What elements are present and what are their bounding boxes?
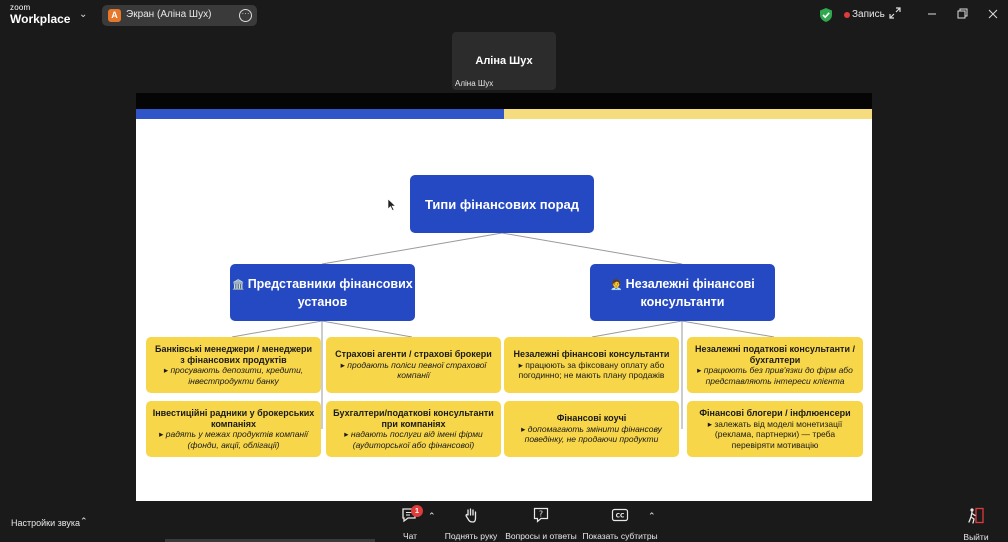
chevron-up-icon[interactable]: ⌃ xyxy=(80,516,88,527)
card-description: ▸ допомагають змінити фінансову поведінк… xyxy=(521,423,662,445)
screen-share-indicator[interactable]: A Экран (Аліна Шух) ··· xyxy=(102,5,257,26)
bottom-toolbar: Настройки звука ⌃ 1 Чат ⌃ Поднять руку ?… xyxy=(0,501,1008,542)
recording-label[interactable]: Запись xyxy=(852,9,885,20)
logo-bottom-text: Workplace xyxy=(10,12,71,26)
card-insurance-agents: Страхові агенти / страхові брокери ▸ про… xyxy=(326,337,501,393)
qa-label: Вопросы и ответы xyxy=(505,531,577,541)
svg-text:?: ? xyxy=(539,510,543,519)
leave-button[interactable]: Выйти xyxy=(958,507,994,542)
audio-settings-button[interactable]: Настройки звука xyxy=(11,518,80,528)
raise-hand-button[interactable]: Поднять руку xyxy=(440,507,502,541)
minimize-window-icon[interactable] xyxy=(922,5,942,23)
recording-dot-icon xyxy=(844,12,850,18)
shared-screen-slide: Типи фінансових порад 🏛️ Представники фін… xyxy=(136,93,872,501)
card-title: Банківські менеджери / менеджери з фінан… xyxy=(155,344,312,365)
chat-unread-badge: 1 xyxy=(411,505,423,517)
card-title: Фінансові блогери / інфлюенсери xyxy=(699,408,851,418)
show-captions-button[interactable]: CC Показать субтитры xyxy=(582,507,658,541)
card-title: Страхові агенти / страхові брокери xyxy=(335,349,492,360)
root-title: Типи фінансових порад xyxy=(424,196,580,212)
card-title: Бухгалтери/податкові консультанти при ко… xyxy=(333,408,494,429)
card-description: ▸ працюють без прив'язки до фірм або пре… xyxy=(697,365,853,386)
participant-name: Аліна Шух xyxy=(475,55,533,67)
diagram-node-independent: 🧑‍💼 Незалежні фінансові консультанти xyxy=(590,264,775,321)
top-bar: zoom Workplace ⌄ A Экран (Аліна Шух) ···… xyxy=(0,0,1008,30)
chat-button[interactable]: 1 Чат xyxy=(395,505,425,541)
card-description: ▸ продають поліси певної страхової компа… xyxy=(340,359,487,381)
card-description: ▸ працюють за фіксовану оплату або погод… xyxy=(518,359,665,381)
chevron-up-icon[interactable]: ⌃ xyxy=(428,511,436,522)
card-finance-bloggers: Фінансові блогери / інфлюенсери ▸ залежа… xyxy=(687,401,863,457)
card-title: Фінансові коучі xyxy=(556,413,627,424)
raise-hand-label: Поднять руку xyxy=(444,531,498,541)
card-description: ▸ залежать від моделі монетизації (рекла… xyxy=(707,418,843,450)
chat-label: Чат xyxy=(402,531,418,541)
chevron-down-icon[interactable]: ⌄ xyxy=(79,9,87,20)
raise-hand-icon xyxy=(465,508,477,523)
participant-video-tile[interactable]: Аліна Шух Аліна Шух xyxy=(452,32,556,90)
card-title: Інвестиційні радники у брокерських компа… xyxy=(152,408,315,429)
card-investment-advisors: Інвестиційні радники у брокерських компа… xyxy=(146,401,321,457)
node-title: Незалежні фінансові консультанти xyxy=(625,276,755,309)
card-tax-consultants: Незалежні податкові консультанти / бухга… xyxy=(687,337,863,393)
share-label: Экран (Аліна Шух) xyxy=(126,9,212,20)
cc-text: CC xyxy=(616,513,625,520)
card-description: ▸ радять у межах продуктів компанії (фон… xyxy=(159,429,308,450)
close-window-icon[interactable] xyxy=(983,5,1003,23)
chevron-up-icon[interactable]: ⌃ xyxy=(648,511,656,522)
fullscreen-icon[interactable] xyxy=(889,7,901,19)
card-financial-coaches: Фінансові коучі ▸ допомагають змінити фі… xyxy=(504,401,679,457)
show-captions-label: Показать субтитры xyxy=(582,531,658,541)
sharer-avatar: A xyxy=(108,9,121,22)
closed-captions-icon: CC xyxy=(611,508,629,522)
diagram-root-node: Типи фінансових порад xyxy=(410,175,594,233)
consultant-icon: 🧑‍💼 xyxy=(610,279,623,291)
mouse-cursor-icon xyxy=(388,199,396,211)
leave-exit-icon xyxy=(968,507,984,524)
card-title: Незалежні фінансові консультанти xyxy=(513,349,670,360)
card-independent-advisors: Незалежні фінансові консультанти ▸ працю… xyxy=(504,337,679,393)
question-icon: ? xyxy=(533,507,549,523)
zoom-workplace-logo[interactable]: zoom Workplace xyxy=(10,3,71,26)
diagram-node-institutions: 🏛️ Представники фінансових установ xyxy=(230,264,415,321)
logo-top-text: zoom xyxy=(10,3,31,12)
card-title: Незалежні податкові консультанти / бухга… xyxy=(695,344,855,365)
card-description: ▸ просувають депозити, кредити, інвестпр… xyxy=(163,365,304,386)
qa-button[interactable]: ? Вопросы и ответы xyxy=(503,507,579,541)
leave-label: Выйти xyxy=(963,532,989,542)
shield-check-icon[interactable] xyxy=(820,8,832,22)
more-options-icon[interactable]: ··· xyxy=(239,9,252,22)
bank-icon: 🏛️ xyxy=(232,279,245,291)
card-bank-managers: Банківські менеджери / менеджери з фінан… xyxy=(146,337,321,393)
participant-caption: Аліна Шух xyxy=(455,79,494,88)
node-title: Представники фінансових установ xyxy=(247,276,413,309)
card-company-accountants: Бухгалтери/податкові консультанти при ко… xyxy=(326,401,501,457)
card-description: ▸ надають послуги від імені фірми (аудит… xyxy=(344,429,483,450)
restore-window-icon[interactable] xyxy=(952,5,972,23)
